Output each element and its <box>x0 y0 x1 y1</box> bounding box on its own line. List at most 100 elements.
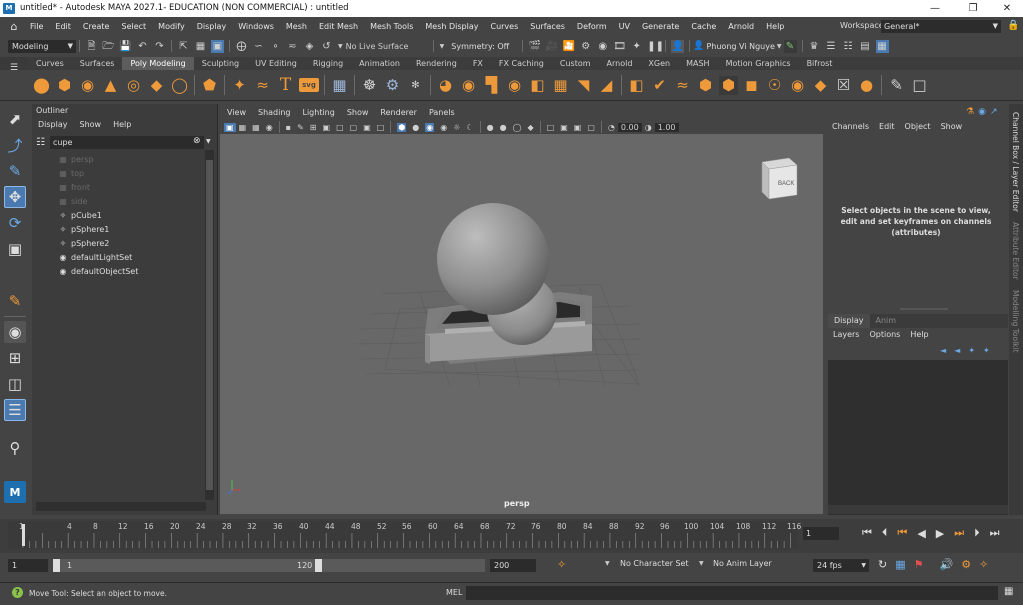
fps-dropdown[interactable]: 24 fps ▼ <box>813 559 869 572</box>
single-pane-layout-icon[interactable]: ◉ <box>4 321 26 343</box>
menu-edit[interactable]: Edit <box>49 22 77 31</box>
textured-icon[interactable]: ◉ <box>440 123 447 132</box>
bridge-icon[interactable]: ◉ <box>459 76 478 95</box>
multi-cut-icon[interactable]: ◢ <box>597 76 616 95</box>
chevron-down-icon[interactable]: ▼ <box>777 43 782 50</box>
select-hierarchy-icon[interactable]: ⇱ <box>177 40 190 53</box>
script-editor-icon[interactable]: ▦ <box>1004 586 1013 597</box>
mirror-icon[interactable]: ◧ <box>528 76 547 95</box>
safe-action-icon[interactable]: □ <box>377 123 385 132</box>
menu-help[interactable]: Help <box>760 22 790 31</box>
menuset-dropdown[interactable]: Modeling ▼ <box>8 39 76 53</box>
list-item[interactable]: ✧ pSphere1 <box>57 222 138 236</box>
tab-fx-caching[interactable]: FX Caching <box>491 57 552 70</box>
gate-mask-icon[interactable]: ▢ <box>350 123 358 132</box>
gamma-field[interactable]: 1.00 <box>654 122 679 132</box>
outliner-toggle-icon[interactable]: ▦ <box>875 39 889 53</box>
gamma-icon[interactable]: ◑ <box>645 123 652 132</box>
channel-box-icon[interactable]: ▤ <box>859 40 872 53</box>
create-polygon-grid-icon[interactable]: ▦ <box>330 76 349 95</box>
playback-range-bar[interactable]: 1 120 <box>53 559 485 572</box>
wireframe-on-shaded-icon[interactable]: ◉ <box>425 122 435 132</box>
channels-menu[interactable]: Channels <box>832 122 869 131</box>
viewport-menu-show[interactable]: Show <box>347 108 369 117</box>
append-polygon-icon[interactable]: ◥ <box>574 76 593 95</box>
step-back-frame-icon[interactable]: ⏮ <box>897 526 907 540</box>
side-by-side-layout-icon[interactable]: ◫ <box>4 373 26 395</box>
list-item[interactable]: ▦ persp <box>57 152 138 166</box>
list-item[interactable]: ✧ pSphere2 <box>57 236 138 250</box>
svg-icon[interactable]: svg <box>299 78 319 92</box>
tool-settings-icon[interactable]: ☷ <box>842 40 855 53</box>
cleanup-icon[interactable]: ● <box>857 76 876 95</box>
outliner-search-input[interactable]: cupe <box>50 136 204 149</box>
poly-cone-icon[interactable]: ▲ <box>101 76 120 95</box>
list-item[interactable]: ▦ side <box>57 194 138 208</box>
edit-menu[interactable]: Edit <box>879 122 895 131</box>
offset-edge-loop-icon[interactable]: ≈ <box>673 76 692 95</box>
tab-sculpting[interactable]: Sculpting <box>194 57 247 70</box>
pause-icon[interactable]: ❚❚ <box>647 40 664 53</box>
menu-generate[interactable]: Generate <box>636 22 685 31</box>
viewport-menu-renderer[interactable]: Renderer <box>380 108 417 117</box>
redo-icon[interactable]: ↷ <box>153 40 166 53</box>
tab-surfaces[interactable]: Surfaces <box>72 57 123 70</box>
step-back-key-icon[interactable]: ⏴ <box>882 526 888 540</box>
exposure-field[interactable]: 0.00 <box>617 122 642 132</box>
play-forwards-icon[interactable]: ▶ <box>936 527 944 540</box>
view-cube[interactable]: BACK <box>761 157 798 200</box>
outliner-layout-icon[interactable]: ☰ <box>4 399 26 421</box>
tab-arnold[interactable]: Arnold <box>599 57 641 70</box>
bookmarks-icon[interactable]: ▦ <box>252 123 260 132</box>
four-pane-layout-icon[interactable]: ⊞ <box>4 347 26 369</box>
expand-icon[interactable]: ↗ <box>990 107 998 117</box>
play-backwards-icon[interactable]: ◀ <box>917 527 925 540</box>
menu-arnold[interactable]: Arnold <box>722 22 760 31</box>
list-item[interactable]: ▦ front <box>57 180 138 194</box>
save-scene-icon[interactable]: 💾 <box>119 40 132 53</box>
poly-torus-icon[interactable]: ◎ <box>124 76 143 95</box>
separate-icon[interactable]: ⚙ <box>383 76 402 95</box>
select-tool-icon[interactable]: ⬈ <box>4 108 26 130</box>
bookmark-icon[interactable]: ⚑ <box>914 558 924 571</box>
list-item[interactable]: ▦ top <box>57 166 138 180</box>
tab-custom[interactable]: Custom <box>552 57 599 70</box>
poly-sphere-icon[interactable]: ⬤ <box>32 76 51 95</box>
poly-reduce-icon[interactable]: ☉ <box>765 76 784 95</box>
menu-windows[interactable]: Windows <box>232 22 280 31</box>
last-tool-icon[interactable]: ✎ <box>4 290 26 312</box>
type-text-icon[interactable]: T <box>276 75 295 95</box>
anti-aliasing-icon[interactable]: ◯ <box>513 123 522 132</box>
menu-curves[interactable]: Curves <box>484 22 524 31</box>
list-item[interactable]: ◉ defaultObjectSet <box>57 264 139 278</box>
tab-anim[interactable]: Anim <box>870 314 903 328</box>
arnold-render-icon[interactable]: 🎞 <box>613 40 626 53</box>
anim-prefs-icon[interactable]: ✧ <box>979 558 988 571</box>
sweep-mesh-icon[interactable]: ≈ <box>253 76 272 95</box>
snap-curve-icon[interactable]: ∽ <box>252 40 265 53</box>
go-to-start-icon[interactable]: ⏮ <box>862 526 872 540</box>
attribute-editor-icon[interactable]: ☰ <box>825 40 838 53</box>
maya-learning-icon[interactable]: M <box>4 481 26 503</box>
anim-layer-dropdown[interactable]: No Anim Layer <box>713 559 772 568</box>
layers-menu[interactable]: Layers <box>833 330 859 339</box>
viewport-menu-lighting[interactable]: Lighting <box>302 108 334 117</box>
grid-icon[interactable]: ⊞ <box>310 123 317 132</box>
menu-display[interactable]: Display <box>191 22 233 31</box>
attribute-icon[interactable]: ⚗ <box>966 107 974 117</box>
restore-button[interactable]: ❐ <box>958 0 988 17</box>
render-view-icon[interactable]: 🎬 <box>528 40 541 53</box>
undo-icon[interactable]: ↶ <box>136 40 149 53</box>
go-to-end-icon[interactable]: ⏭ <box>990 526 1000 540</box>
minimize-button[interactable]: — <box>920 0 950 17</box>
collapse-icon[interactable]: ◼ <box>742 76 761 95</box>
viewport-menu-shading[interactable]: Shading <box>258 108 291 117</box>
tab-mash[interactable]: MASH <box>678 57 717 70</box>
menu-file[interactable]: File <box>24 22 49 31</box>
search-icon[interactable]: ⚲ <box>4 437 26 459</box>
step-forward-frame-icon[interactable]: ⏭ <box>954 526 964 540</box>
tab-motion-graphics[interactable]: Motion Graphics <box>718 57 799 70</box>
menu-cache[interactable]: Cache <box>685 22 722 31</box>
quadrangulate-icon[interactable]: ☒ <box>834 76 853 95</box>
range-end-handle[interactable] <box>315 559 322 572</box>
